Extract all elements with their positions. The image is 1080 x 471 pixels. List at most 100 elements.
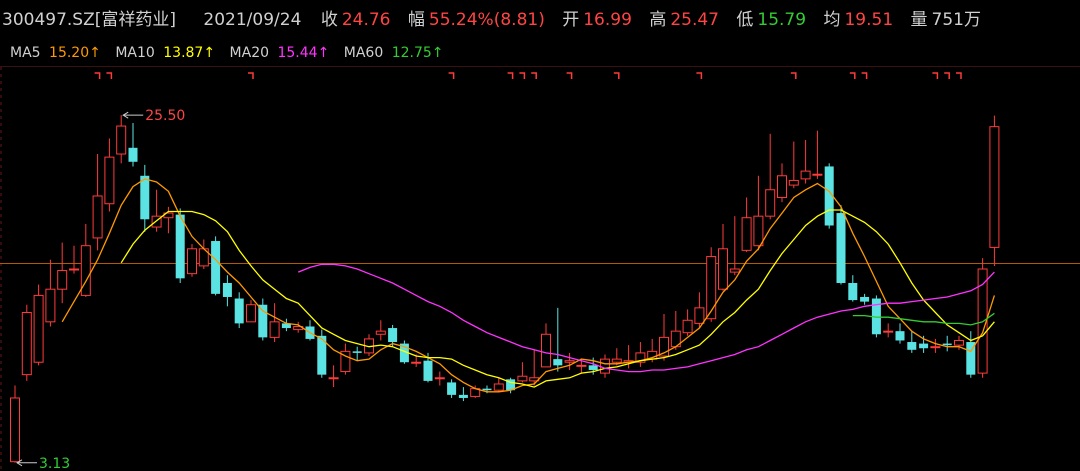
candle[interactable] bbox=[848, 275, 858, 302]
candle[interactable] bbox=[434, 371, 445, 386]
candle[interactable] bbox=[10, 385, 20, 463]
candle[interactable] bbox=[729, 216, 740, 276]
open-value: 16.99 bbox=[583, 10, 632, 30]
candle[interactable] bbox=[151, 189, 162, 232]
candle-body bbox=[753, 215, 764, 247]
high-price-label: 25.50 bbox=[145, 108, 185, 124]
candle[interactable] bbox=[942, 335, 952, 352]
ma60-value: 12.75 bbox=[391, 45, 432, 61]
candle-body bbox=[860, 296, 870, 302]
candle[interactable] bbox=[175, 208, 185, 283]
candle[interactable] bbox=[635, 342, 646, 367]
candle[interactable] bbox=[140, 164, 150, 232]
ma10-label: MA10 bbox=[115, 45, 155, 61]
candle[interactable] bbox=[246, 300, 256, 323]
candle-body bbox=[836, 213, 846, 283]
candle[interactable] bbox=[116, 115, 127, 164]
ma60-arrow-icon: ↑ bbox=[431, 45, 444, 61]
candle-body bbox=[258, 304, 268, 338]
candle[interactable] bbox=[600, 354, 610, 378]
candle[interactable] bbox=[340, 343, 351, 375]
candle[interactable] bbox=[718, 223, 728, 291]
candle-body bbox=[458, 394, 468, 398]
candle[interactable] bbox=[860, 293, 870, 305]
candle[interactable] bbox=[836, 205, 846, 285]
candle[interactable] bbox=[211, 236, 221, 296]
candle[interactable] bbox=[977, 258, 988, 378]
candle[interactable] bbox=[553, 307, 563, 372]
candle[interactable] bbox=[375, 320, 386, 341]
candle-body bbox=[800, 170, 811, 180]
candle-body bbox=[989, 126, 1000, 248]
candle-body bbox=[21, 312, 32, 376]
candle[interactable] bbox=[69, 245, 79, 274]
candle[interactable] bbox=[907, 331, 917, 353]
candle[interactable] bbox=[812, 130, 823, 179]
candle[interactable] bbox=[895, 323, 905, 344]
candle[interactable] bbox=[364, 334, 374, 357]
candle-body bbox=[375, 330, 386, 335]
candle[interactable] bbox=[33, 284, 44, 366]
candle-body bbox=[812, 173, 823, 176]
candle[interactable] bbox=[281, 318, 291, 332]
low-label: 低 bbox=[736, 10, 754, 30]
limit-up-marker bbox=[507, 72, 514, 79]
candle[interactable] bbox=[883, 323, 894, 338]
candle-body bbox=[765, 189, 776, 217]
change-label: 幅 bbox=[407, 10, 425, 30]
candle[interactable] bbox=[517, 362, 528, 383]
candle-body bbox=[919, 343, 929, 349]
candle[interactable] bbox=[128, 122, 138, 167]
candle[interactable] bbox=[777, 163, 787, 203]
candle[interactable] bbox=[328, 365, 339, 388]
candle[interactable] bbox=[930, 338, 941, 353]
candle[interactable] bbox=[21, 304, 32, 381]
limit-up-marker bbox=[531, 72, 537, 79]
candle[interactable] bbox=[45, 259, 56, 327]
candle[interactable] bbox=[163, 206, 174, 234]
candle[interactable] bbox=[447, 379, 457, 398]
candle[interactable] bbox=[258, 298, 268, 341]
candle-body bbox=[69, 268, 79, 271]
candle[interactable] bbox=[234, 292, 244, 329]
volume-value: 751万 bbox=[931, 10, 981, 30]
candle-body bbox=[328, 377, 339, 380]
candle[interactable] bbox=[187, 244, 197, 277]
candle[interactable] bbox=[541, 323, 551, 368]
ma10-value: 13.87 bbox=[163, 45, 204, 61]
candle[interactable] bbox=[269, 303, 280, 343]
ma10-arrow-icon: ↑ bbox=[203, 45, 216, 61]
candle-body bbox=[895, 331, 905, 341]
candle[interactable] bbox=[198, 239, 209, 269]
candle-body bbox=[942, 343, 952, 346]
candle[interactable] bbox=[788, 141, 799, 189]
candle[interactable] bbox=[222, 275, 232, 307]
candle[interactable] bbox=[104, 138, 115, 212]
candle[interactable] bbox=[57, 242, 68, 304]
candle-body bbox=[104, 156, 115, 205]
candle[interactable] bbox=[92, 154, 103, 251]
candle[interactable] bbox=[765, 133, 776, 220]
candle[interactable] bbox=[458, 387, 468, 402]
candle-body bbox=[45, 288, 56, 323]
candle[interactable] bbox=[753, 175, 764, 251]
candle-body bbox=[211, 241, 221, 294]
quote-date: 2021/09/24 bbox=[203, 10, 302, 30]
limit-up-marker bbox=[861, 72, 868, 79]
ma20-arrow-icon: ↑ bbox=[317, 45, 330, 61]
candle-body bbox=[541, 333, 551, 368]
candle[interactable] bbox=[682, 309, 693, 336]
candle[interactable] bbox=[352, 346, 362, 361]
candle-body bbox=[553, 359, 563, 366]
ma20-label: MA20 bbox=[229, 45, 270, 61]
candle[interactable] bbox=[741, 197, 752, 252]
candle-body bbox=[423, 360, 433, 381]
candle[interactable] bbox=[564, 352, 575, 370]
candle-body bbox=[246, 304, 256, 323]
candle[interactable] bbox=[493, 377, 504, 392]
candle[interactable] bbox=[989, 115, 1000, 267]
candlestick-chart[interactable]: 25.50 3.13 bbox=[0, 67, 1080, 471]
candle[interactable] bbox=[800, 140, 811, 184]
ma5-value: 15.20 bbox=[49, 45, 90, 61]
limit-up-marker bbox=[849, 72, 856, 79]
